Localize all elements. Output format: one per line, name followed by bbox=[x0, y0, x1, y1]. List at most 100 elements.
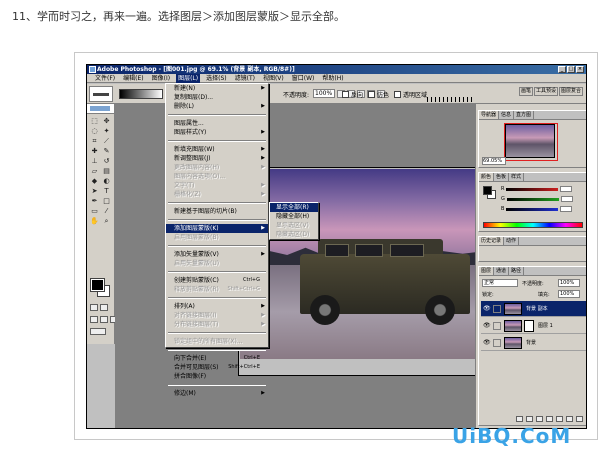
eraser-tool-icon[interactable]: ▱ bbox=[89, 167, 100, 176]
channel-value-field[interactable] bbox=[560, 206, 573, 212]
panel-tab[interactable]: 通道 bbox=[494, 267, 510, 275]
menu-item[interactable]: 新调整图层(J) ▶ bbox=[166, 154, 268, 163]
type-tool-icon[interactable]: T bbox=[101, 187, 112, 196]
palette-well-tab[interactable]: 画笔 bbox=[518, 87, 533, 96]
menu-item[interactable]: 新填充图层(W) ▶ bbox=[166, 145, 268, 154]
palette-well-tab[interactable]: 工具预设 bbox=[533, 87, 558, 96]
panel-tab[interactable]: 信息 bbox=[499, 111, 515, 119]
panel-tab[interactable]: 颜色 bbox=[479, 173, 495, 181]
menu-1[interactable]: 编辑(E) bbox=[121, 74, 145, 83]
channel-track[interactable] bbox=[506, 207, 559, 211]
menu-item[interactable]: 新建基于图层的切片(B) bbox=[166, 207, 268, 216]
opacity-input[interactable]: 100% bbox=[313, 89, 335, 98]
blur-tool-icon[interactable]: ◆ bbox=[89, 177, 100, 186]
foreground-color-swatch[interactable] bbox=[90, 278, 105, 292]
menu-item[interactable]: 复制图层(D)... bbox=[166, 93, 268, 102]
fill-input[interactable]: 100% bbox=[558, 290, 580, 298]
gradient-tool-icon[interactable]: ▤ bbox=[101, 167, 112, 176]
menu-6[interactable]: 视图(V) bbox=[261, 74, 286, 83]
color-spectrum-bar[interactable] bbox=[483, 222, 583, 228]
menu-0[interactable]: 文件(F) bbox=[93, 74, 117, 83]
clone-stamp-tool-icon[interactable]: ⊥ bbox=[89, 157, 100, 166]
panel-tab[interactable]: 样式 bbox=[509, 173, 525, 181]
crop-tool-icon[interactable]: ⌗ bbox=[89, 137, 100, 146]
menu-item[interactable]: 创建剪贴蒙版(C) Ctrl+G bbox=[166, 276, 268, 285]
layer-mask-thumbnail[interactable] bbox=[524, 319, 534, 332]
layer-edit-indicator[interactable] bbox=[493, 338, 501, 347]
layer-edit-indicator[interactable] bbox=[493, 304, 501, 313]
trash-icon[interactable] bbox=[576, 415, 583, 422]
menu-item[interactable]: 隐藏全部(H) bbox=[270, 212, 318, 221]
menu-item[interactable]: 新建(N) ▶ bbox=[166, 84, 268, 93]
panel-tab[interactable]: 动作 bbox=[504, 237, 520, 245]
magic-wand-tool-icon[interactable]: ✦ bbox=[101, 127, 112, 136]
eye-icon[interactable]: 👁 bbox=[483, 339, 491, 347]
layer-row[interactable]: 👁 图层 1 bbox=[481, 318, 586, 334]
menu-2[interactable]: 图像(I) bbox=[150, 74, 172, 83]
maximize-button[interactable]: □ bbox=[567, 66, 575, 73]
brush-tool-icon[interactable]: ✎ bbox=[101, 147, 112, 156]
marquee-tool-icon[interactable]: ⬚ bbox=[89, 117, 100, 126]
panel-tab[interactable]: 导航器 bbox=[479, 111, 500, 119]
reverse-checkbox[interactable]: 反向 bbox=[342, 90, 363, 99]
menu-item[interactable]: 拼合图像(F) bbox=[166, 372, 268, 381]
healing-brush-tool-icon[interactable]: ✚ bbox=[89, 147, 100, 156]
pen-tool-icon[interactable]: ✒ bbox=[89, 197, 100, 206]
menu-item[interactable]: 合并可见图层(S) Shift+Ctrl+E bbox=[166, 363, 268, 372]
quick-mask-mode-icon[interactable] bbox=[100, 304, 108, 311]
eye-icon[interactable]: 👁 bbox=[483, 305, 491, 313]
blend-mode-select[interactable]: 正常 bbox=[482, 279, 518, 287]
new-set-icon[interactable] bbox=[546, 415, 553, 422]
menu-item[interactable]: 修边(M) ▶ bbox=[166, 389, 268, 398]
menu-item[interactable]: 向下合并(E) Ctrl+E bbox=[166, 354, 268, 363]
layer-row[interactable]: 👁 背景 副本 bbox=[481, 301, 586, 317]
new-layer-icon[interactable] bbox=[566, 415, 573, 422]
panel-tab[interactable]: 色板 bbox=[494, 173, 510, 181]
menu-7[interactable]: 窗口(W) bbox=[290, 74, 317, 83]
eye-icon[interactable]: 👁 bbox=[483, 322, 491, 330]
path-selection-tool-icon[interactable]: ➤ bbox=[89, 187, 100, 196]
panel-tab[interactable]: 直方图 bbox=[514, 111, 535, 119]
menu-item[interactable]: 添加图层蒙版(K) ▶ bbox=[166, 224, 268, 233]
menu-3[interactable]: 图层(L) bbox=[176, 73, 201, 83]
menu-item[interactable]: 添加矢量蒙版(V) ▶ bbox=[166, 250, 268, 259]
navigator-thumbnail[interactable] bbox=[504, 123, 558, 161]
color-panel-foreground[interactable] bbox=[483, 186, 492, 195]
lasso-tool-icon[interactable]: ◌ bbox=[89, 127, 100, 136]
transparency-checkbox[interactable]: 透明区域 bbox=[394, 90, 427, 99]
new-adjustment-icon[interactable] bbox=[556, 415, 563, 422]
eyedropper-tool-icon[interactable]: ⁄ bbox=[101, 207, 112, 216]
standard-screen-icon[interactable] bbox=[90, 316, 98, 323]
full-screen-menu-icon[interactable] bbox=[100, 316, 108, 323]
menu-item[interactable]: 排列(A) ▶ bbox=[166, 302, 268, 311]
menu-item[interactable]: 图层样式(Y) ▶ bbox=[166, 128, 268, 137]
channel-track[interactable] bbox=[506, 197, 559, 201]
slice-tool-icon[interactable]: ⟋ bbox=[101, 137, 112, 146]
hand-tool-icon[interactable]: ✋ bbox=[89, 217, 100, 226]
layer-row[interactable]: 👁 背景 bbox=[481, 335, 586, 351]
tool-preset-picker[interactable] bbox=[89, 86, 113, 102]
menu-4[interactable]: 选择(S) bbox=[204, 74, 229, 83]
layer-opacity-input[interactable]: 100% bbox=[558, 279, 580, 287]
layer-edit-indicator[interactable] bbox=[493, 321, 501, 330]
channel-value-field[interactable] bbox=[560, 186, 573, 192]
minimize-button[interactable]: _ bbox=[558, 66, 566, 73]
channel-value-field[interactable] bbox=[560, 196, 573, 202]
layer-style-icon[interactable] bbox=[526, 415, 533, 422]
link-layers-icon[interactable] bbox=[516, 415, 523, 422]
menu-item[interactable]: 图层属性... bbox=[166, 119, 268, 128]
history-brush-tool-icon[interactable]: ↺ bbox=[101, 157, 112, 166]
navigator-zoom-field[interactable]: 69.05% bbox=[482, 157, 506, 165]
imageready-icon[interactable] bbox=[90, 328, 106, 335]
panel-tab[interactable]: 路径 bbox=[509, 267, 525, 275]
zoom-tool-icon[interactable]: ⌕ bbox=[101, 217, 112, 226]
panel-tab[interactable]: 图层 bbox=[479, 267, 495, 275]
dodge-tool-icon[interactable]: ◐ bbox=[101, 177, 112, 186]
dither-checkbox[interactable]: 仿色 bbox=[368, 90, 389, 99]
channel-track[interactable] bbox=[506, 187, 559, 191]
standard-mode-icon[interactable] bbox=[90, 304, 98, 311]
palette-well-tab[interactable]: 图层复合 bbox=[558, 87, 583, 96]
gradient-picker[interactable] bbox=[119, 89, 163, 99]
close-button[interactable]: × bbox=[576, 66, 584, 73]
menu-item[interactable]: 删除(L) ▶ bbox=[166, 102, 268, 111]
